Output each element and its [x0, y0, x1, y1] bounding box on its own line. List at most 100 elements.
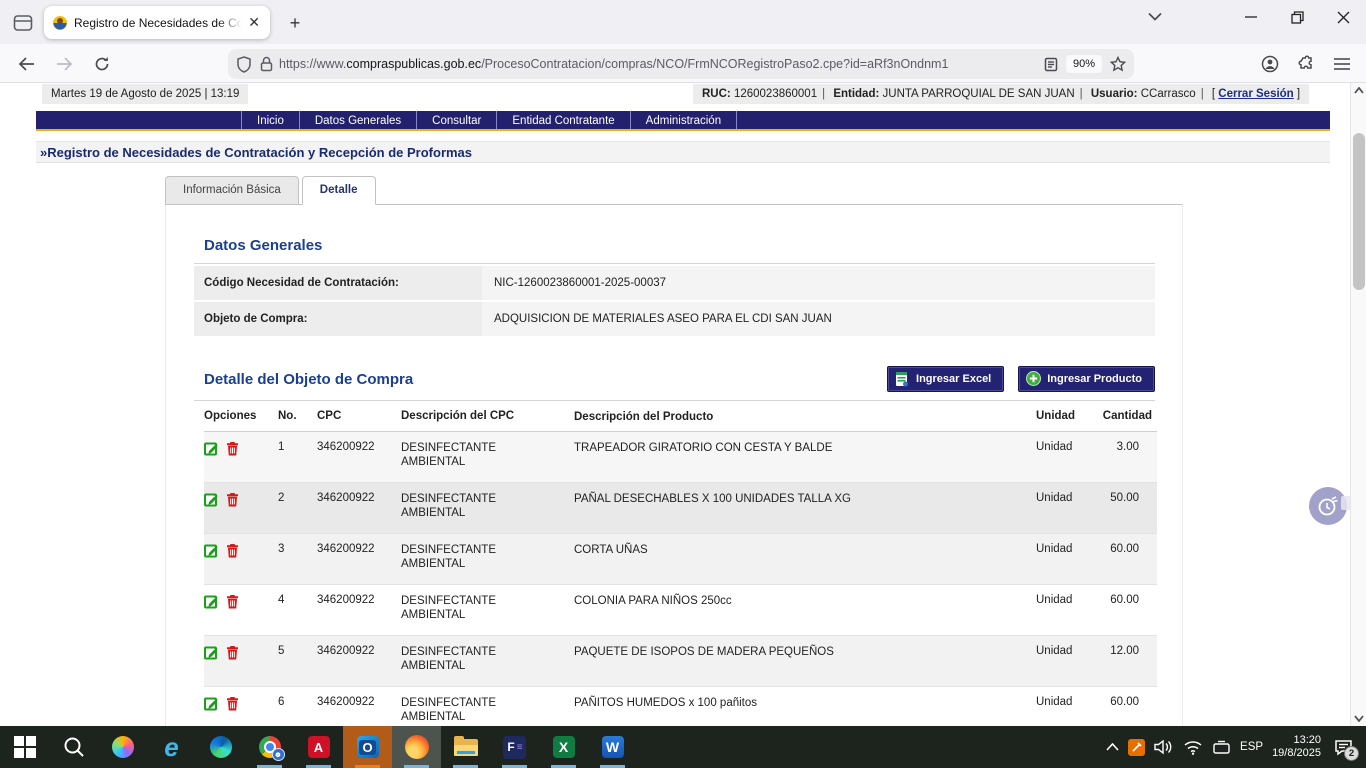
back-icon[interactable]: [14, 52, 38, 76]
delete-icon[interactable]: [226, 696, 239, 711]
page-title: »Registro de Necesidades de Contratación…: [36, 142, 1330, 163]
edit-icon[interactable]: [204, 441, 219, 456]
content-card: Datos Generales Código Necesidad de Cont…: [165, 204, 1183, 726]
taskbar-firefox[interactable]: [392, 726, 441, 768]
url-bar[interactable]: https://www.compraspublicas.gob.ec/Proce…: [228, 49, 1134, 79]
entidad-label: Entidad:: [833, 88, 879, 100]
taskbar-edge[interactable]: [196, 726, 245, 768]
edit-icon[interactable]: [204, 645, 219, 660]
column-header: Opciones: [204, 410, 278, 424]
keyboard-language[interactable]: ESP: [1240, 741, 1263, 753]
nav-item-entidad-contratante[interactable]: Entidad Contratante: [496, 111, 629, 129]
taskbar-chrome[interactable]: ☻: [245, 726, 294, 768]
cell-product: CORTA UÑAS: [574, 543, 1036, 584]
cell-no: 2: [278, 492, 317, 533]
nav-item-inicio[interactable]: Inicio: [241, 111, 299, 129]
logout-link[interactable]: Cerrar Sesión: [1218, 88, 1293, 100]
volume-icon[interactable]: [1154, 739, 1174, 755]
java-update-icon[interactable]: [1128, 739, 1145, 756]
taskbar-outlook[interactable]: O: [343, 726, 392, 768]
taskbar-fe-app[interactable]: F≡: [490, 726, 539, 768]
detalle-table: OpcionesNo.CPCDescripción del CPCDescrip…: [204, 401, 1157, 726]
scroll-up-icon[interactable]: [1354, 87, 1364, 94]
window-restore-button[interactable]: [1274, 0, 1320, 34]
start-button[interactable]: [0, 726, 49, 768]
shield-icon[interactable]: [236, 56, 252, 73]
cell-unit: Unidad: [1036, 543, 1093, 584]
edit-icon[interactable]: [204, 594, 219, 609]
zoom-level-badge[interactable]: 90%: [1066, 55, 1102, 73]
tab-información-básica[interactable]: Información Básica: [165, 176, 299, 205]
cell-unit: Unidad: [1036, 441, 1093, 482]
list-tabs-chevron-icon[interactable]: [1148, 12, 1162, 21]
delete-icon[interactable]: [226, 441, 239, 456]
taskbar-search[interactable]: [49, 726, 98, 768]
wifi-icon[interactable]: [1183, 740, 1203, 755]
edit-icon[interactable]: [204, 492, 219, 507]
account-icon[interactable]: [1258, 52, 1282, 76]
ingresar-excel-button[interactable]: Ingresar Excel: [887, 366, 1004, 392]
notification-center-icon[interactable]: 2: [1330, 734, 1356, 760]
edit-icon[interactable]: [204, 543, 219, 558]
entidad-value: JUNTA PARROQUIAL DE SAN JUAN: [883, 88, 1075, 100]
taskbar-excel[interactable]: X: [539, 726, 588, 768]
table-row: 3346200922DESINFECTANTE AMBIENTALCORTA U…: [204, 534, 1157, 585]
cell-unit: Unidad: [1036, 594, 1093, 635]
ingresar-producto-button[interactable]: Ingresar Producto: [1018, 366, 1155, 392]
fe-app-icon: F≡: [503, 736, 526, 759]
tab-close-icon[interactable]: ✕: [246, 14, 262, 31]
bookmark-star-icon[interactable]: [1110, 56, 1126, 72]
tray-chevron-up-icon[interactable]: [1106, 743, 1119, 751]
nav-item-administración[interactable]: Administración: [630, 111, 737, 129]
window-close-button[interactable]: [1320, 0, 1366, 34]
cell-qty: 50.00: [1093, 492, 1157, 533]
usuario-label: Usuario:: [1091, 88, 1138, 100]
page-scrollbar[interactable]: [1350, 83, 1366, 726]
menu-hamburger-icon[interactable]: [1330, 52, 1354, 76]
delete-icon[interactable]: [226, 594, 239, 609]
nav-item-consultar[interactable]: Consultar: [416, 111, 496, 129]
taskbar-internet-explorer[interactable]: e: [147, 726, 196, 768]
new-tab-button[interactable]: +: [282, 10, 308, 36]
add-plus-icon: [1026, 371, 1041, 386]
scroll-down-icon[interactable]: [1354, 715, 1364, 722]
delete-icon[interactable]: [226, 492, 239, 507]
taskbar-copilot[interactable]: [98, 726, 147, 768]
windows-logo-icon: [14, 736, 36, 758]
info-label: Código Necesidad de Contratación:: [194, 266, 482, 300]
taskbar-file-explorer[interactable]: [441, 726, 490, 768]
session-datetime: Martes 19 de Agosto de 2025 | 13:19: [42, 84, 248, 104]
info-label: Objeto de Compra:: [194, 302, 482, 336]
floating-timer-widget[interactable]: [1309, 487, 1347, 525]
tab-title: Registro de Necesidades de Con: [74, 16, 242, 30]
connect-display-icon[interactable]: [1212, 740, 1231, 755]
column-header: No.: [278, 410, 317, 424]
cell-cpc-desc: DESINFECTANTE AMBIENTAL: [401, 645, 574, 686]
scrollbar-thumb[interactable]: [1353, 133, 1365, 290]
browser-tab[interactable]: Registro de Necesidades de Con ✕: [44, 6, 270, 39]
delete-icon[interactable]: [226, 543, 239, 558]
tray-clock[interactable]: 13:20 19/8/2025: [1272, 734, 1321, 760]
row-actions: [204, 492, 278, 533]
extensions-puzzle-icon[interactable]: [1294, 52, 1318, 76]
reload-icon[interactable]: [90, 52, 114, 76]
firefox-view-icon[interactable]: [10, 12, 36, 34]
url-text[interactable]: https://www.compraspublicas.gob.ec/Proce…: [279, 57, 1044, 71]
window-minimize-button[interactable]: [1228, 0, 1274, 34]
excel-file-icon: [895, 371, 909, 387]
taskbar-word[interactable]: W: [588, 726, 637, 768]
row-actions: [204, 696, 278, 726]
info-row: Código Necesidad de Contratación:NIC-126…: [194, 266, 1155, 300]
cell-unit: Unidad: [1036, 492, 1093, 533]
nav-item-datos-generales[interactable]: Datos Generales: [299, 111, 416, 129]
reader-view-icon[interactable]: [1044, 57, 1058, 72]
taskbar-acrobat[interactable]: A: [294, 726, 343, 768]
lock-icon[interactable]: [260, 56, 273, 72]
tab-detalle[interactable]: Detalle: [302, 176, 376, 205]
firefox-icon: [405, 735, 429, 759]
datos-generales-heading: Datos Generales: [204, 237, 1155, 254]
detalle-heading: Detalle del Objeto de Compra: [204, 371, 873, 388]
forward-icon[interactable]: [52, 52, 76, 76]
edit-icon[interactable]: [204, 696, 219, 711]
delete-icon[interactable]: [226, 645, 239, 660]
